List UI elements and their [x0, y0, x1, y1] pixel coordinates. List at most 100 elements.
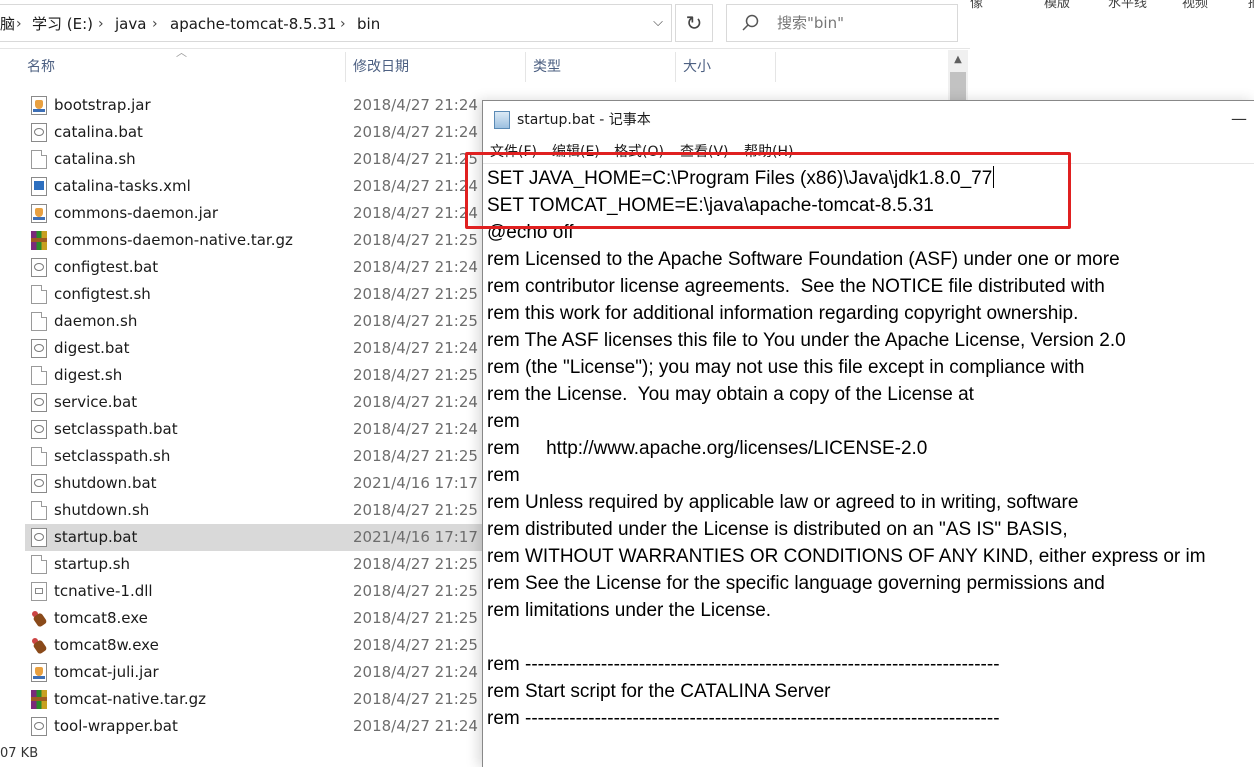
jar-icon	[31, 204, 47, 223]
text-line-content: rem distributed under the License is dis…	[487, 519, 1068, 540]
notepad-text-area[interactable]: SET JAVA_HOME=C:\Program Files (x86)\Jav…	[487, 165, 1254, 732]
text-line-content: rem Unless required by applicable law or…	[487, 492, 1079, 513]
file-row[interactable]: setclasspath.sh 2018/4/27 21:25	[25, 443, 485, 470]
column-header-size[interactable]: 大小	[683, 52, 711, 82]
breadcrumb-item-bin[interactable]: bin	[357, 5, 380, 43]
column-divider[interactable]	[345, 52, 346, 82]
xml-icon	[31, 177, 47, 196]
text-line-content: rem	[487, 465, 520, 486]
file-row[interactable]: shutdown.bat 2021/4/16 17:17	[25, 470, 485, 497]
file-row[interactable]: tomcat-native.tar.gz 2018/4/27 21:25	[25, 686, 485, 713]
file-row[interactable]: tomcat8.exe 2018/4/27 21:25	[25, 605, 485, 632]
notepad-title-bar[interactable]: startup.bat - 记事本 —	[483, 101, 1254, 137]
column-divider[interactable]	[675, 52, 676, 82]
file-row[interactable]: tomcat-juli.jar 2018/4/27 21:24	[25, 659, 485, 686]
address-bar-area: 脑 › 学习 (E:) › java › apache-tomcat-8.5.3…	[0, 0, 970, 49]
text-line-content: rem http://www.apache.org/licenses/LICEN…	[487, 438, 928, 459]
file-row[interactable]: tomcat8w.exe 2018/4/27 21:25	[25, 632, 485, 659]
text-line: rem ------------------------------------…	[487, 651, 1254, 678]
file-modified-date: 2018/4/27 21:25	[353, 285, 478, 303]
file-row[interactable]: startup.bat 2021/4/16 17:17	[25, 524, 485, 551]
column-divider[interactable]	[775, 52, 776, 82]
text-line-content: rem (the "License"); you may not use thi…	[487, 357, 1085, 378]
file-name: tcnative-1.dll	[54, 582, 153, 600]
file-row[interactable]: shutdown.sh 2018/4/27 21:25	[25, 497, 485, 524]
doc-icon	[31, 366, 47, 385]
file-modified-date: 2018/4/27 21:25	[353, 447, 478, 465]
file-row[interactable]: configtest.bat 2018/4/27 21:24	[25, 254, 485, 281]
background-toolbar-item: 视频	[1182, 0, 1209, 11]
file-modified-date: 2018/4/27 21:25	[353, 501, 478, 519]
background-toolbar-item: 水平线	[1108, 0, 1148, 11]
file-row[interactable]: tcnative-1.dll 2018/4/27 21:25	[25, 578, 485, 605]
text-line-content: rem See the License for the specific lan…	[487, 573, 1105, 594]
address-dropdown-icon[interactable]: ⌵	[644, 4, 672, 42]
file-name: tomcat-native.tar.gz	[54, 690, 207, 708]
column-header-type[interactable]: 类型	[533, 52, 561, 82]
scroll-up-arrow-icon[interactable]: ▲	[948, 50, 968, 70]
text-line: rem this work for additional information…	[487, 300, 1254, 327]
file-row[interactable]: configtest.sh 2018/4/27 21:25	[25, 281, 485, 308]
sort-ascending-icon: ︿	[176, 46, 187, 59]
file-row[interactable]: bootstrap.jar 2018/4/27 21:24	[25, 92, 485, 119]
file-name: startup.sh	[54, 555, 131, 573]
text-line: rem limitations under the License.	[487, 597, 1254, 624]
doc-icon	[31, 555, 47, 574]
file-name: setclasspath.bat	[54, 420, 178, 438]
column-divider[interactable]	[525, 52, 526, 82]
file-row[interactable]: commons-daemon-native.tar.gz 2018/4/27 21…	[25, 227, 485, 254]
text-line-content: rem contributor license agreements. See …	[487, 276, 1105, 297]
text-line-content: rem	[487, 411, 520, 432]
file-modified-date: 2018/4/27 21:25	[353, 366, 478, 384]
breadcrumb-item-java[interactable]: java	[115, 5, 146, 43]
refresh-button[interactable]: ↻	[675, 4, 713, 42]
file-name: digest.bat	[54, 339, 130, 357]
file-modified-date: 2018/4/27 21:25	[353, 150, 478, 168]
breadcrumb-separator-icon: ›	[16, 16, 22, 32]
file-row[interactable]: catalina.bat 2018/4/27 21:24	[25, 119, 485, 146]
file-name: tomcat8w.exe	[54, 636, 159, 654]
minimize-button[interactable]: —	[1223, 101, 1254, 137]
text-line: rem the License. You may obtain a copy o…	[487, 381, 1254, 408]
column-header-date[interactable]: 修改日期	[353, 52, 409, 82]
file-name: configtest.bat	[54, 258, 159, 276]
file-modified-date: 2018/4/27 21:25	[353, 555, 478, 573]
exe-icon	[31, 609, 47, 628]
text-line-content: rem the License. You may obtain a copy o…	[487, 384, 974, 405]
file-row[interactable]: digest.bat 2018/4/27 21:24	[25, 335, 485, 362]
file-row[interactable]: setclasspath.bat 2018/4/27 21:24	[25, 416, 485, 443]
file-row[interactable]: service.bat 2018/4/27 21:24	[25, 389, 485, 416]
text-line: rem WITHOUT WARRANTIES OR CONDITIONS OF …	[487, 543, 1254, 570]
file-row[interactable]: catalina-tasks.xml 2018/4/27 21:24	[25, 173, 485, 200]
bat-icon	[31, 474, 47, 493]
search-box[interactable]: 搜索"bin"	[726, 4, 958, 42]
breadcrumb-separator-icon: ›	[340, 16, 346, 32]
file-name: tomcat8.exe	[54, 609, 148, 627]
bat-icon	[31, 123, 47, 142]
text-line: rem distributed under the License is dis…	[487, 516, 1254, 543]
file-row[interactable]: startup.sh 2018/4/27 21:25	[25, 551, 485, 578]
address-bar[interactable]: 脑 › 学习 (E:) › java › apache-tomcat-8.5.3…	[0, 4, 672, 42]
doc-icon	[31, 312, 47, 331]
column-header-name[interactable]: 名称	[27, 52, 55, 82]
breadcrumb-item-tomcat[interactable]: apache-tomcat-8.5.31	[170, 5, 336, 43]
breadcrumb-cut-item[interactable]: 脑	[0, 5, 15, 43]
file-modified-date: 2018/4/27 21:25	[353, 636, 478, 654]
file-name: daemon.sh	[54, 312, 138, 330]
bat-icon	[31, 258, 47, 277]
file-name: commons-daemon.jar	[54, 204, 219, 222]
file-row[interactable]: commons-daemon.jar 2018/4/27 21:24	[25, 200, 485, 227]
file-row[interactable]: tool-wrapper.bat 2018/4/27 21:24	[25, 713, 485, 740]
file-name: service.bat	[54, 393, 138, 411]
file-row[interactable]: daemon.sh 2018/4/27 21:25	[25, 308, 485, 335]
text-line: rem See the License for the specific lan…	[487, 570, 1254, 597]
text-line-content: rem Licensed to the Apache Software Foun…	[487, 249, 1120, 270]
file-row[interactable]: catalina.sh 2018/4/27 21:25	[25, 146, 485, 173]
file-modified-date: 2018/4/27 21:24	[353, 177, 478, 195]
file-name: catalina.sh	[54, 150, 136, 168]
file-modified-date: 2018/4/27 21:24	[353, 204, 478, 222]
file-row[interactable]: digest.sh 2018/4/27 21:25	[25, 362, 485, 389]
breadcrumb-item-drive[interactable]: 学习 (E:)	[32, 5, 93, 43]
highlight-annotation-box	[465, 152, 1071, 229]
text-line-content: rem WITHOUT WARRANTIES OR CONDITIONS OF …	[487, 546, 1206, 567]
